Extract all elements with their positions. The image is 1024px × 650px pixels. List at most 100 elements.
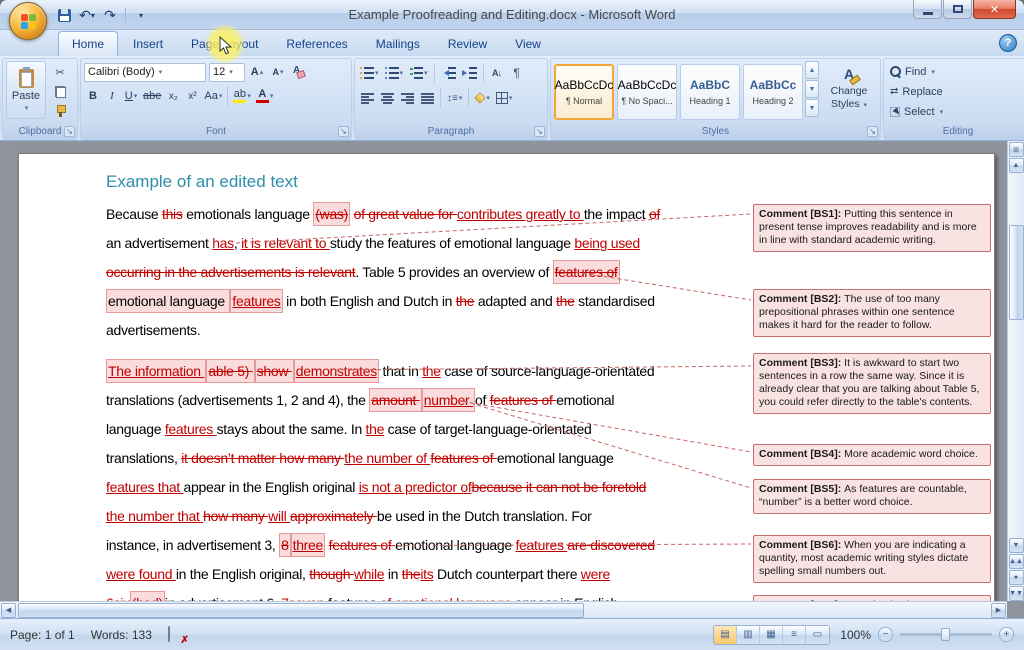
- outline-view-button[interactable]: ≡: [783, 626, 806, 644]
- browse-object-button[interactable]: ●: [1009, 570, 1024, 585]
- font-dialog-launcher[interactable]: ↘: [338, 126, 349, 137]
- full-screen-reading-view-button[interactable]: ▥: [737, 626, 760, 644]
- bullets-button[interactable]: ▾: [358, 63, 381, 83]
- vertical-scroll-thumb[interactable]: [1009, 225, 1024, 320]
- zoom-out-button[interactable]: −: [878, 627, 893, 642]
- next-page-button[interactable]: ▼▼: [1009, 586, 1024, 601]
- proofing-errors-button[interactable]: ✗: [168, 627, 188, 643]
- customize-qat-button[interactable]: ▾: [131, 5, 151, 25]
- vertical-scrollbar[interactable]: ⊞ ▲ ▼ ▲▲ ● ▼▼: [1007, 141, 1024, 601]
- find-button[interactable]: Find▾: [887, 63, 946, 80]
- styles-scroll-up-button[interactable]: ▲: [805, 61, 819, 79]
- horizontal-scroll-thumb[interactable]: [18, 603, 584, 618]
- save-button[interactable]: [54, 5, 74, 25]
- bold-button[interactable]: B: [84, 86, 102, 106]
- change-styles-button[interactable]: A Change Styles ▾: [821, 61, 877, 119]
- scroll-right-button[interactable]: ▶: [991, 603, 1006, 618]
- scroll-down-button[interactable]: ▼: [1009, 538, 1024, 553]
- deleted-text-run: it doesn’t matter how many: [181, 450, 344, 466]
- horizontal-scroll-track[interactable]: [16, 603, 991, 618]
- increase-indent-button[interactable]: [460, 63, 479, 83]
- paragraph-dialog-launcher[interactable]: ↘: [534, 126, 545, 137]
- style-heading2[interactable]: AaBbCcHeading 2: [743, 64, 803, 120]
- subscript-button[interactable]: x₂: [164, 86, 182, 106]
- draft-view-button[interactable]: ▭: [806, 626, 829, 644]
- zoom-slider-thumb[interactable]: [941, 628, 950, 641]
- zoom-slider[interactable]: [900, 633, 992, 636]
- line-spacing-button[interactable]: ↕≡▾: [445, 88, 464, 108]
- styles-dialog-launcher[interactable]: ↘: [867, 126, 878, 137]
- replace-button[interactable]: ⇄Replace: [887, 83, 946, 100]
- style-nospaci[interactable]: AaBbCcDc¶ No Spaci...: [617, 64, 677, 120]
- decrease-indent-button[interactable]: [439, 63, 458, 83]
- close-button[interactable]: ✕: [973, 0, 1016, 19]
- comment-balloon-4[interactable]: Comment [BS4]: More academic word choice…: [753, 444, 991, 466]
- office-button[interactable]: [9, 2, 47, 40]
- print-layout-view-button[interactable]: ▤: [714, 626, 737, 644]
- comment-balloon-2[interactable]: Comment [BS2]: The use of too many prepo…: [753, 289, 991, 337]
- comment-balloon-1[interactable]: Comment [BS1]: Putting this sentence in …: [753, 204, 991, 252]
- scissors-icon: ✂: [55, 66, 64, 79]
- tab-view[interactable]: View: [502, 32, 554, 56]
- chevron-down-icon: ▾: [931, 68, 935, 76]
- paste-button[interactable]: Paste ▾: [6, 61, 46, 119]
- minimize-button[interactable]: [913, 0, 942, 19]
- comment-balloon-6[interactable]: Comment [BS6]: When you are indicating a…: [753, 535, 991, 583]
- document-page[interactable]: Example of an edited text Because this e…: [18, 153, 995, 618]
- tab-mailings[interactable]: Mailings: [363, 32, 433, 56]
- redo-button[interactable]: ↷: [100, 5, 120, 25]
- strikethrough-button[interactable]: abe: [141, 86, 163, 106]
- horizontal-scrollbar[interactable]: ◀ ▶: [0, 601, 1007, 618]
- word-count[interactable]: Words: 133: [91, 628, 152, 642]
- page-indicator[interactable]: Page: 1 of 1: [10, 628, 75, 642]
- font-name-combo[interactable]: Calibri (Body)▾: [84, 63, 206, 82]
- show-formatting-marks-button[interactable]: ¶: [508, 63, 526, 83]
- shrink-font-button[interactable]: A▾: [269, 62, 287, 82]
- grow-font-button[interactable]: A▴: [248, 62, 266, 82]
- cut-button[interactable]: ✂: [49, 64, 71, 82]
- style-normal[interactable]: AaBbCcDc¶ Normal: [554, 64, 614, 120]
- align-right-button[interactable]: [398, 88, 416, 108]
- superscript-button[interactable]: x²: [183, 86, 201, 106]
- sort-button[interactable]: A↓: [488, 63, 506, 83]
- web-layout-view-button[interactable]: ▦: [760, 626, 783, 644]
- tab-references[interactable]: References: [273, 32, 360, 56]
- borders-button[interactable]: ▾: [494, 88, 515, 108]
- clipboard-dialog-launcher[interactable]: ↘: [64, 126, 75, 137]
- vertical-scroll-track[interactable]: [1009, 173, 1024, 537]
- zoom-in-button[interactable]: +: [999, 627, 1014, 642]
- comment-balloon-5[interactable]: Comment [BS5]: As features are countable…: [753, 479, 991, 514]
- tab-home[interactable]: Home: [58, 31, 118, 56]
- multilevel-list-button[interactable]: ▾: [407, 63, 430, 83]
- align-center-button[interactable]: [378, 88, 396, 108]
- tab-review[interactable]: Review: [435, 32, 500, 56]
- comment-balloon-3[interactable]: Comment [BS3]: It is awkward to start tw…: [753, 353, 991, 414]
- numbering-button[interactable]: ▾: [383, 63, 406, 83]
- styles-more-button[interactable]: ▼: [805, 99, 819, 117]
- text-highlight-color-button[interactable]: ab▾: [231, 86, 253, 106]
- ruler-toggle-button[interactable]: ⊞: [1009, 142, 1024, 157]
- underline-button[interactable]: U▾: [122, 86, 140, 106]
- undo-button[interactable]: ↶▾: [77, 5, 97, 25]
- maximize-button[interactable]: [943, 0, 972, 19]
- font-size-combo[interactable]: 12▾: [209, 63, 245, 82]
- copy-button[interactable]: [49, 83, 71, 101]
- change-case-button[interactable]: Aa▾: [202, 86, 224, 106]
- scroll-left-button[interactable]: ◀: [1, 603, 16, 618]
- previous-page-button[interactable]: ▲▲: [1009, 554, 1024, 569]
- font-color-button[interactable]: A▾: [254, 86, 276, 106]
- scroll-up-button[interactable]: ▲: [1009, 158, 1024, 173]
- align-left-button[interactable]: [358, 88, 376, 108]
- tab-page-layout[interactable]: Page Layout: [178, 32, 271, 56]
- format-painter-button[interactable]: [49, 102, 71, 120]
- shading-button[interactable]: ▾: [473, 88, 492, 108]
- italic-button[interactable]: I: [103, 86, 121, 106]
- justify-button[interactable]: [418, 88, 436, 108]
- help-button[interactable]: ?: [999, 34, 1017, 52]
- zoom-level[interactable]: 100%: [837, 628, 871, 642]
- clear-formatting-button[interactable]: [290, 62, 308, 82]
- select-button[interactable]: Select▾: [887, 103, 946, 120]
- style-heading1[interactable]: AaBbCHeading 1: [680, 64, 740, 120]
- tab-insert[interactable]: Insert: [120, 32, 176, 56]
- styles-scroll-down-button[interactable]: ▼: [805, 80, 819, 98]
